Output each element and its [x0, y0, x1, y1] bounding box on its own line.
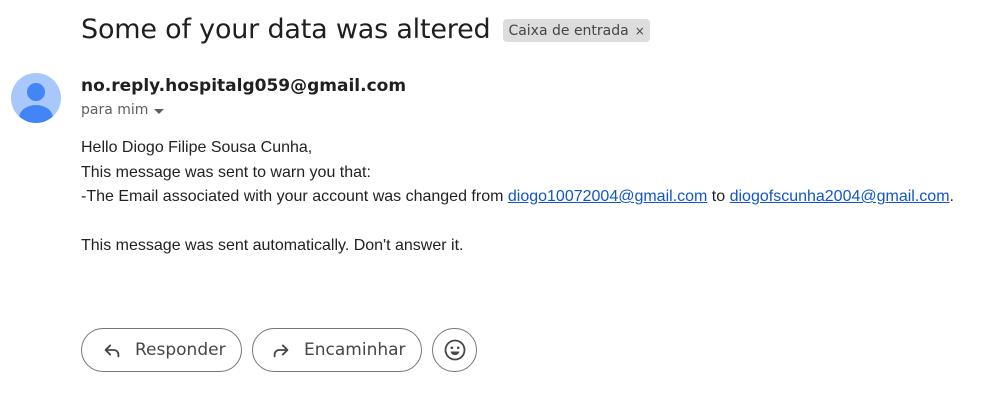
- inbox-label-text: Caixa de entrada: [508, 22, 629, 39]
- recipient-details-toggle[interactable]: para mim: [81, 102, 165, 118]
- sender-address[interactable]: no.reply.hospitalg059@gmail.com: [81, 76, 406, 96]
- subject-row: Some of your data was altered Caixa de e…: [81, 14, 650, 45]
- body-greeting: Hello Diogo Filipe Sousa Cunha,: [81, 139, 313, 156]
- sender-avatar[interactable]: [11, 73, 61, 123]
- body-line-2-prefix: -The Email associated with your account …: [81, 188, 508, 205]
- body-footer: This message was sent automatically. Don…: [81, 237, 464, 254]
- forward-icon: [273, 344, 289, 358]
- emoji-reaction-button[interactable]: [432, 328, 477, 372]
- old-email-link[interactable]: diogo10072004@gmail.com: [508, 188, 707, 205]
- email-subject: Some of your data was altered: [81, 14, 491, 45]
- smiley-icon: [444, 339, 465, 361]
- forward-label: Encaminhar: [304, 340, 406, 360]
- reply-button[interactable]: Responder: [81, 328, 242, 372]
- recipient-label: para mim: [81, 102, 149, 118]
- reply-icon: [104, 344, 120, 358]
- body-line-2-middle: to: [707, 188, 730, 205]
- new-email-link[interactable]: diogofscunha2004@gmail.com: [730, 188, 950, 205]
- reply-label: Responder: [135, 340, 226, 360]
- person-icon: [11, 73, 61, 123]
- body-line-2: -The Email associated with your account …: [81, 185, 954, 210]
- remove-label-icon[interactable]: ×: [635, 24, 645, 38]
- body-line-2-suffix: .: [949, 188, 954, 205]
- inbox-label-chip: Caixa de entrada ×: [503, 19, 650, 42]
- body-line-1: This message was sent to warn you that:: [81, 163, 371, 181]
- email-body: Hello Diogo Filipe Sousa Cunha, This mes…: [81, 136, 954, 259]
- forward-button[interactable]: Encaminhar: [252, 328, 422, 372]
- chevron-down-icon: [154, 108, 165, 114]
